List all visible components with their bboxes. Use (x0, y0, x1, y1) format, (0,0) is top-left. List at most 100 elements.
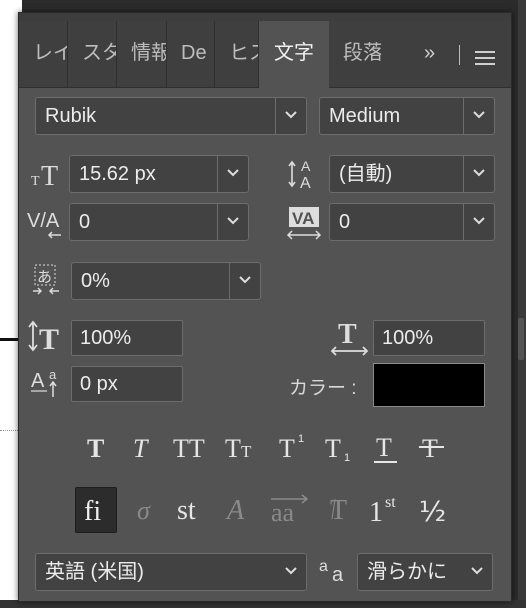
contextual-alternates-button[interactable]: aa (267, 487, 313, 533)
svg-text:T: T (330, 495, 347, 526)
svg-text:st: st (177, 495, 196, 526)
language-value: 英語 (米国) (45, 561, 144, 583)
svg-text:T: T (133, 434, 149, 463)
swash-button[interactable]: A (219, 487, 261, 533)
superscript-button[interactable]: T1 (277, 429, 311, 467)
all-caps-button[interactable]: TT (171, 429, 213, 467)
svg-text:1: 1 (369, 497, 383, 528)
panel-tabs: レイ スタ 情報 De ヒス 文字 段落 » (19, 21, 511, 88)
tab-device[interactable]: De (167, 21, 215, 87)
chevron-down-icon (463, 98, 494, 134)
antialias-dropdown[interactable]: 滑らかに (357, 553, 493, 591)
tab-paragraph[interactable]: 段落 (329, 21, 381, 87)
baseline-shift-field[interactable]: 0 px (71, 366, 183, 402)
old-style-button[interactable]: σ (127, 487, 169, 533)
svg-text:fi: fi (84, 496, 101, 527)
svg-text:st: st (385, 494, 396, 511)
right-dock (518, 0, 526, 608)
faux-bold-button[interactable]: T (81, 429, 115, 467)
color-label: カラー : (289, 378, 357, 399)
discretionary-ligatures-button[interactable]: st (171, 487, 213, 533)
leading-value: (自動) (339, 163, 393, 185)
tab-styles[interactable]: スタ (68, 21, 117, 87)
ligatures-button[interactable]: fi (75, 487, 117, 533)
svg-text:VA: VA (292, 209, 314, 228)
dock-handle[interactable] (518, 318, 524, 360)
font-size-icon: T T (31, 161, 58, 189)
svg-text:T: T (225, 434, 241, 463)
svg-text:V/A: V/A (27, 210, 60, 232)
tracking-dropdown[interactable]: 0 (329, 203, 495, 241)
tab-history[interactable]: ヒス (215, 21, 259, 87)
baseline-shift-icon: A a (31, 367, 57, 397)
strikethrough-button[interactable]: T (415, 429, 449, 467)
svg-text:A: A (225, 495, 245, 526)
svg-text:a: a (319, 558, 328, 575)
svg-text:あ: あ (37, 268, 52, 286)
chevron-down-icon (229, 263, 260, 299)
font-family-value: Rubik (45, 105, 97, 127)
faux-italic-button[interactable]: T (127, 429, 161, 467)
tab-overflow-button[interactable]: » (424, 21, 435, 87)
fractions-button[interactable]: ½ (415, 487, 457, 533)
tsume-value: 0% (81, 270, 110, 292)
tsume-dropdown[interactable]: 0% (71, 262, 261, 300)
language-dropdown[interactable]: 英語 (米国) (35, 553, 307, 591)
svg-text:1: 1 (344, 452, 350, 464)
titling-alternates-button[interactable]: T (321, 487, 363, 533)
tab-divider (459, 45, 460, 65)
small-caps-button[interactable]: TT (223, 429, 263, 467)
chevron-down-icon (463, 156, 494, 192)
svg-text:T: T (325, 434, 341, 463)
svg-text:T: T (241, 442, 252, 461)
color-swatch[interactable] (373, 363, 485, 407)
font-size-dropdown[interactable]: 15.62 px (69, 155, 249, 193)
horizontal-scale-field[interactable]: 100% (373, 320, 485, 356)
kerning-value: 0 (79, 211, 91, 233)
svg-text:T: T (376, 433, 392, 462)
svg-text:σ: σ (137, 496, 151, 525)
font-family-dropdown[interactable]: Rubik (35, 97, 307, 135)
tab-info[interactable]: 情報 (117, 21, 167, 87)
svg-text:T: T (87, 434, 104, 463)
svg-text:T: T (39, 323, 59, 353)
svg-text:T: T (31, 174, 40, 189)
font-size-value: 15.62 px (79, 163, 156, 185)
underline-button[interactable]: T (369, 429, 403, 467)
antialias-value: 滑らかに (367, 561, 447, 583)
chevron-down-icon (276, 554, 306, 590)
chevron-down-icon (275, 98, 306, 134)
svg-text:a: a (332, 564, 344, 585)
panel-titlebar[interactable] (19, 13, 511, 21)
font-style-dropdown[interactable]: Medium (319, 97, 495, 135)
panel-menu-icon[interactable] (475, 51, 495, 69)
svg-text:T: T (422, 434, 438, 463)
baseline-shift-value: 0 px (80, 373, 118, 395)
svg-text:a: a (49, 367, 57, 382)
vertical-scale-field[interactable]: 100% (71, 320, 183, 356)
chevron-down-icon (217, 156, 248, 192)
chevron-down-icon (217, 204, 248, 240)
svg-text:T: T (338, 319, 357, 350)
vertical-scale-icon: T (28, 320, 59, 353)
kerning-dropdown[interactable]: 0 (69, 203, 249, 241)
svg-text:T: T (279, 434, 295, 463)
antialias-icon: a a (319, 558, 344, 585)
tab-character[interactable]: 文字 (259, 21, 329, 88)
leading-dropdown[interactable]: (自動) (329, 155, 495, 193)
kerning-icon: V/A (27, 210, 61, 239)
tab-layers[interactable]: レイ (19, 21, 68, 87)
svg-text:aa: aa (271, 498, 295, 527)
horizontal-scale-value: 100% (382, 327, 434, 349)
svg-text:A: A (301, 158, 311, 174)
chevron-down-icon (463, 204, 494, 240)
font-style-value: Medium (329, 105, 401, 127)
ordinals-button[interactable]: 1st (365, 487, 411, 533)
tracking-value: 0 (339, 211, 351, 233)
svg-text:T: T (41, 161, 58, 189)
character-panel: レイ スタ 情報 De ヒス 文字 段落 » Rubik Medium T T … (18, 12, 512, 602)
svg-text:TT: TT (173, 434, 205, 463)
leading-icon: A A (288, 158, 311, 191)
vertical-scale-value: 100% (80, 327, 132, 349)
subscript-button[interactable]: T1 (323, 429, 357, 467)
